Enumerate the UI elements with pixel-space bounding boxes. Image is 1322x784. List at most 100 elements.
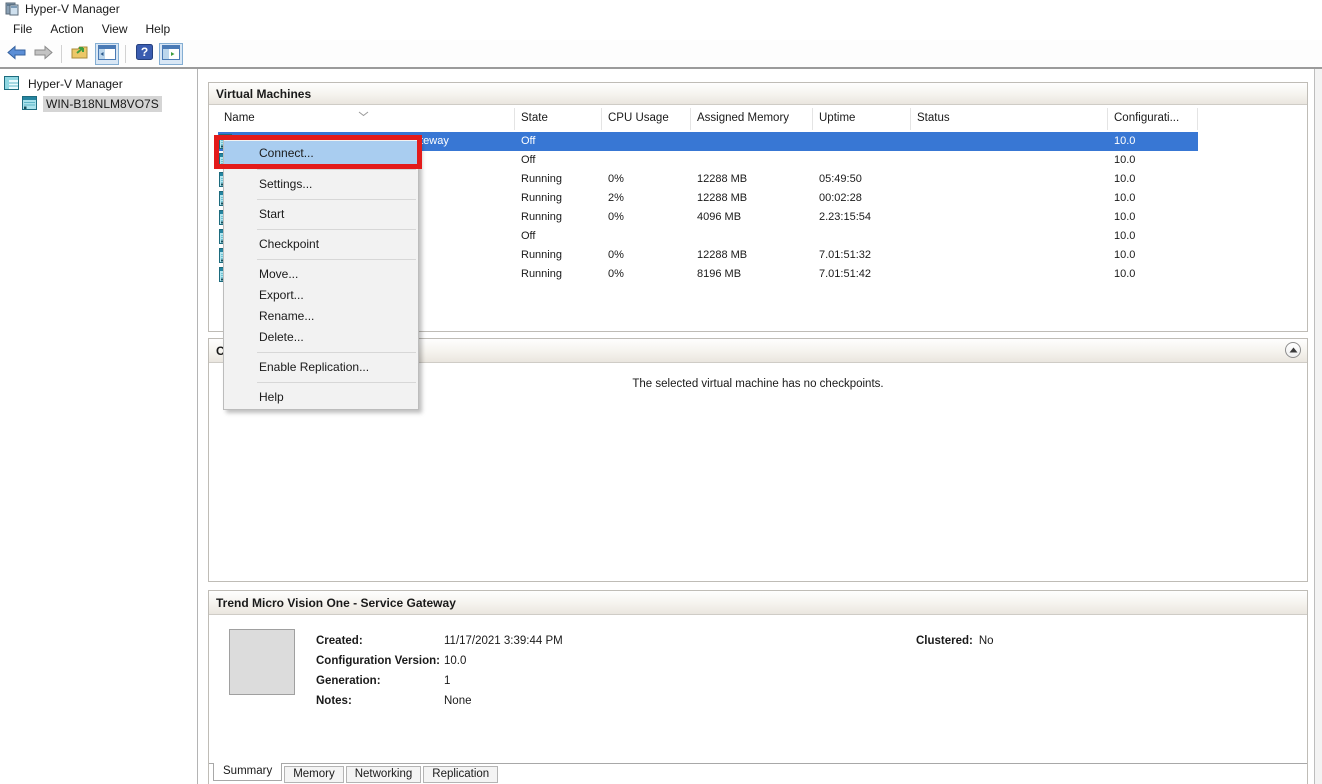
vm-context-menu: Connect... Settings... Start Checkpoint Move… [223, 139, 419, 410]
vm-details-panel: Trend Micro Vision One - Service Gateway… [208, 590, 1308, 784]
vm-cell: Off [515, 132, 602, 151]
context-menu-item-help[interactable]: Help [224, 387, 418, 408]
tree-item-hyperv-manager[interactable]: Hyper-V Manager [0, 75, 197, 93]
menu-help[interactable]: Help [137, 19, 180, 39]
vm-cell [911, 151, 1108, 170]
column-header-name[interactable]: Name [218, 108, 515, 130]
tree-item-host[interactable]: WIN-B18NLM8VO7S [0, 95, 197, 113]
collapse-up-icon [1289, 347, 1298, 353]
context-menu-item-move[interactable]: Move... [224, 264, 418, 285]
detail-field-value: 1 [444, 671, 450, 691]
context-menu-item-connect[interactable]: Connect... [224, 141, 418, 165]
detail-field-label: Notes: [316, 691, 352, 711]
tab-summary[interactable]: Summary [213, 763, 282, 781]
forward-icon [34, 45, 53, 63]
collapse-checkpoints-button[interactable] [1285, 342, 1301, 358]
tree-host-label: WIN-B18NLM8VO7S [43, 96, 162, 112]
vm-cell [911, 208, 1108, 227]
context-menu-item-enable-replication[interactable]: Enable Replication... [224, 357, 418, 378]
vm-cell: 7.01:51:42 [813, 265, 911, 284]
show-action-pane-button[interactable] [159, 43, 183, 65]
column-header-status[interactable]: Status [911, 108, 1108, 130]
vm-cell: 10.0 [1108, 227, 1198, 246]
vm-cell [691, 151, 813, 170]
sort-chevron-icon [358, 108, 369, 120]
show-console-tree-icon [98, 45, 116, 63]
tab-memory[interactable]: Memory [284, 766, 344, 783]
vm-cell: 10.0 [1108, 132, 1198, 151]
detail-field-value: 10.0 [444, 651, 466, 671]
vm-cell [911, 189, 1108, 208]
vm-details-title: Trend Micro Vision One - Service Gateway [216, 596, 456, 610]
vm-table-header: NameStateCPU UsageAssigned MemoryUptimeS… [218, 108, 1198, 130]
context-menu-separator [257, 199, 416, 200]
vm-cell: Off [515, 227, 602, 246]
vm-cell [813, 227, 911, 246]
show-console-tree-button[interactable] [95, 43, 119, 65]
detail-field: Generation:1 [316, 671, 381, 691]
column-header-uptime[interactable]: Uptime [813, 108, 911, 130]
menu-file[interactable]: File [4, 19, 41, 39]
vm-cell [911, 132, 1108, 151]
toolbar-separator [61, 45, 62, 63]
vm-cell: 10.0 [1108, 246, 1198, 265]
vm-cell: Running [515, 246, 602, 265]
vm-cell: 10.0 [1108, 189, 1198, 208]
vm-cell: Running [515, 189, 602, 208]
help-button[interactable]: ? [132, 43, 156, 65]
context-menu-item-checkpoint[interactable]: Checkpoint [224, 234, 418, 255]
column-header-assigned-memory[interactable]: Assigned Memory [691, 108, 813, 130]
vm-cell: 12288 MB [691, 189, 813, 208]
detail-field-label: Generation: [316, 671, 381, 691]
window-title: Hyper-V Manager [25, 2, 120, 16]
vm-details-panel-header: Trend Micro Vision One - Service Gateway [209, 591, 1307, 615]
hyperv-manager-window: Hyper-V Manager File Action View Help ? [0, 0, 1322, 784]
vm-cell [813, 151, 911, 170]
detail-field: Created:11/17/2021 3:39:44 PM [316, 631, 363, 651]
tab-replication[interactable]: Replication [423, 766, 498, 783]
column-header-cpu-usage[interactable]: CPU Usage [602, 108, 691, 130]
detail-field-label: Configuration Version: [316, 651, 440, 671]
column-header-state[interactable]: State [515, 108, 602, 130]
vm-cell: 0% [602, 265, 691, 284]
toolbar: ? [0, 40, 1322, 69]
vm-cell [691, 132, 813, 151]
clustered-label: Clustered: [916, 635, 973, 647]
vm-cell: Running [515, 208, 602, 227]
vm-cell: 12288 MB [691, 246, 813, 265]
menu-action[interactable]: Action [41, 19, 92, 39]
tab-networking[interactable]: Networking [346, 766, 422, 783]
context-menu-item-delete[interactable]: Delete... [224, 327, 418, 348]
console-root-icon [4, 76, 19, 93]
detail-field: Notes:None [316, 691, 352, 711]
vm-cell: 4096 MB [691, 208, 813, 227]
vm-cell [911, 265, 1108, 284]
vm-cell [911, 227, 1108, 246]
column-header-configurati[interactable]: Configurati... [1108, 108, 1198, 130]
detail-field-value: 11/17/2021 3:39:44 PM [444, 631, 563, 651]
clustered-field: Clustered:No [916, 631, 994, 651]
vm-cell: Off [515, 151, 602, 170]
vm-cell: 0% [602, 170, 691, 189]
menu-view[interactable]: View [93, 19, 137, 39]
window-edge-fill [1315, 69, 1322, 784]
vm-cell [691, 227, 813, 246]
context-menu-item-export[interactable]: Export... [224, 285, 418, 306]
back-button[interactable] [4, 43, 28, 65]
mmc-app-icon [5, 2, 19, 16]
tree-root-label: Hyper-V Manager [25, 76, 126, 92]
context-menu-item-rename[interactable]: Rename... [224, 306, 418, 327]
detail-field-label: Created: [316, 631, 363, 651]
context-menu-item-start[interactable]: Start [224, 204, 418, 225]
vm-cell: 10.0 [1108, 170, 1198, 189]
export-folder-icon [71, 44, 89, 63]
detail-field-value: None [444, 691, 472, 711]
vm-cell: 05:49:50 [813, 170, 911, 189]
export-list-button[interactable] [68, 43, 92, 65]
vm-cell: 2.23:15:54 [813, 208, 911, 227]
forward-button[interactable] [31, 43, 55, 65]
context-menu-item-settings[interactable]: Settings... [224, 174, 418, 195]
vm-cell: 10.0 [1108, 208, 1198, 227]
details-tab-strip: SummaryMemoryNetworkingReplication [209, 763, 1307, 784]
vm-cell: Running [515, 170, 602, 189]
